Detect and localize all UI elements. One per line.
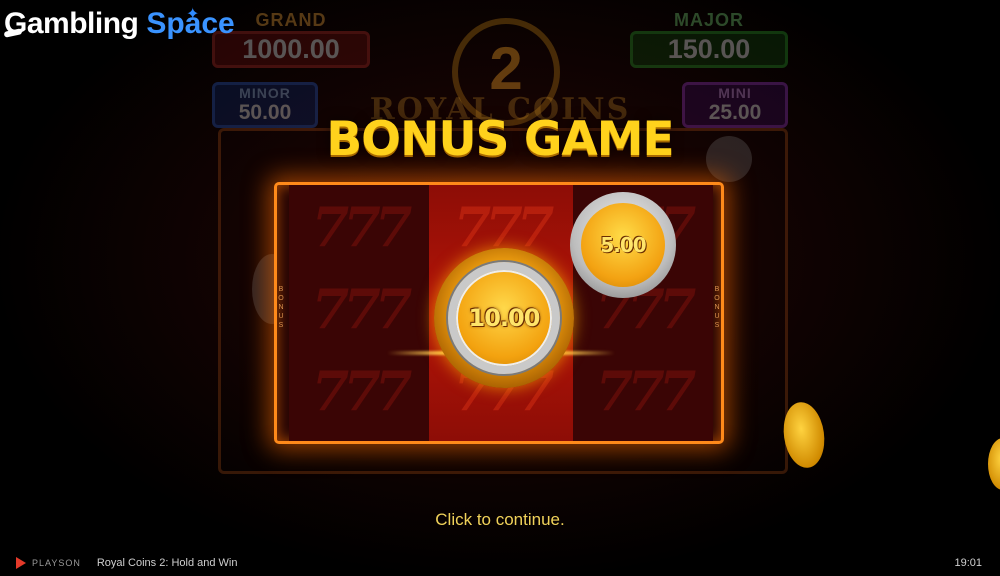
sparkle-icon: ✦ xyxy=(186,6,200,23)
jackpot-grand-label: GRAND xyxy=(255,10,327,30)
jackpot-grand-value: 1000.00 xyxy=(242,34,340,64)
seven-symbol: 777 xyxy=(595,359,697,423)
jackpot-major: MAJOR 150.00 xyxy=(630,10,788,68)
jackpot-major-value: 150.00 xyxy=(667,34,751,64)
coin-5-icon: 5.00 xyxy=(570,192,676,298)
coin-10-icon: 10.00 xyxy=(434,248,574,388)
seven-symbol: 777 xyxy=(311,359,413,423)
coin-value: 5.00 xyxy=(600,233,646,257)
game-stage[interactable]: GRAND 1000.00 MAJOR 150.00 MINOR 50.00 M… xyxy=(0,0,1000,576)
reel-column-1: 777 777 777 xyxy=(289,185,429,441)
clock: 19:01 xyxy=(954,557,982,569)
logo-word-1: Gambling xyxy=(4,7,139,40)
click-to-continue[interactable]: Click to continue. xyxy=(0,510,1000,530)
bottom-bar: PLAYSON Royal Coins 2: Hold and Win 19:0… xyxy=(0,550,1000,576)
brand-name: PLAYSON xyxy=(32,558,81,568)
playson-logo-icon xyxy=(16,557,26,569)
flying-coin-icon xyxy=(988,438,1000,490)
seven-symbol: 777 xyxy=(311,277,413,341)
jackpot-major-label: MAJOR xyxy=(673,10,744,30)
bonus-side-label-left: BONUS xyxy=(278,286,284,329)
jackpot-mini-label: MINI xyxy=(718,85,752,101)
gambling-space-logo: Gambling Space ✦ xyxy=(3,4,235,44)
game-title: Royal Coins 2: Hold and Win xyxy=(96,557,238,569)
coin-value: 10.00 xyxy=(468,304,541,332)
jackpot-grand: GRAND 1000.00 xyxy=(212,10,370,68)
seven-symbol: 777 xyxy=(311,195,413,259)
jackpot-minor-label: MINOR xyxy=(239,85,291,101)
bonus-game-title: BONUS GAME xyxy=(326,112,674,167)
bonus-side-label-right: BONUS xyxy=(714,286,720,329)
